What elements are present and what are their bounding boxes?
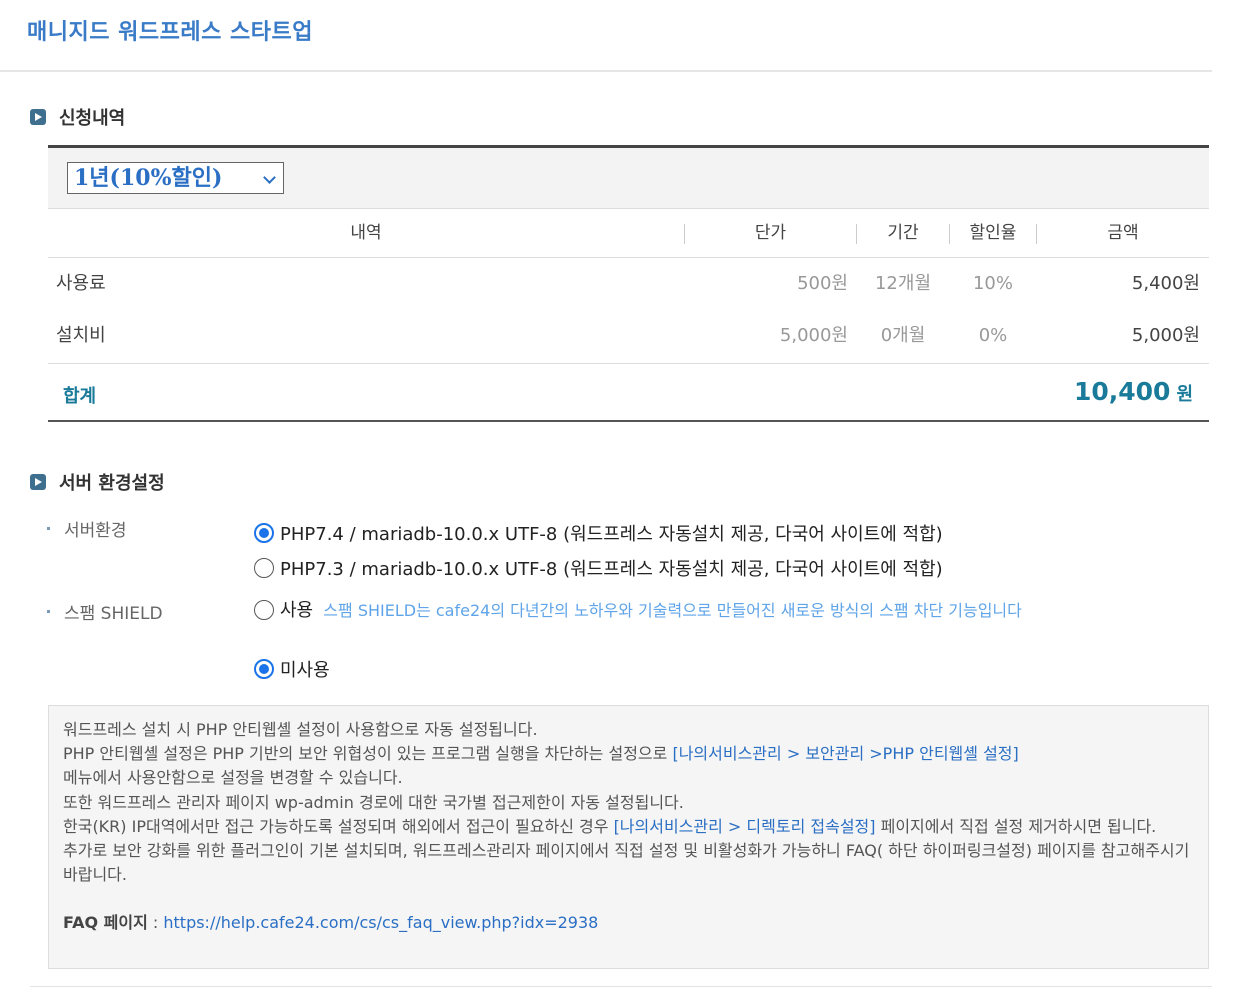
bottom-divider [30,986,1212,987]
header-unit-price: 단가 [754,223,787,243]
total-value: 10,400 [1073,377,1171,406]
notice-line: 또한 워드프레스 관리자 페이지 wp-admin 경로에 대한 국가별 접근제… [63,792,684,812]
row-period: 0개월 [880,325,926,346]
row-name: 사용료 [56,273,106,294]
radio-php74[interactable] [254,523,274,543]
env-option-php73[interactable]: PHP7.3 / mariadb-10.0.x UTF-8 (워드프레스 자동설… [254,555,943,581]
row-amount: 5,400원 [1131,273,1200,294]
table-row: 설치비 5,000원 0개월 0% 5,000원 [48,310,1209,362]
header-amount: 금액 [1107,223,1139,243]
page-title: 매니지드 워드프레스 스타트업 [27,20,313,45]
order-section-title: 신청내역 [59,108,126,129]
antiwebshell-link[interactable]: [나의서비스관리 > 보안관리 >PHP 안티웹셸 설정] [672,744,1018,763]
radio-spam-unused[interactable] [254,659,274,679]
server-section-header: 서버 환경설정 [30,469,165,495]
row-unit-price: 5,000원 [779,325,848,346]
server-env-label-text: 서버환경 [64,521,127,541]
faq-link[interactable]: https://help.cafe24.com/cs/cs_faq_view.p… [163,913,598,932]
server-section-title: 서버 환경설정 [59,473,165,494]
header-discount: 할인율 [969,223,1017,243]
bullet-dot [47,527,50,530]
row-period: 12개월 [874,273,932,294]
radio-spam-use[interactable] [254,600,274,620]
header-period: 기간 [887,223,919,243]
notice-line: 워드프레스 설치 시 PHP 안티웹셸 설정이 사용함으로 자동 설정됩니다. [63,720,538,739]
order-section-header: 신청내역 [30,104,125,130]
directory-access-link[interactable]: [나의서비스관리 > 디렉토리 접속설정] [614,817,876,836]
env-option-label: PHP7.3 / mariadb-10.0.x UTF-8 (워드프레스 자동설… [280,559,943,580]
env-option-php74[interactable]: PHP7.4 / mariadb-10.0.x UTF-8 (워드프레스 자동설… [254,520,943,546]
notice-box: 워드프레스 설치 시 PHP 안티웹셸 설정이 사용함으로 자동 설정됩니다. … [48,705,1209,969]
total-label: 합계 [63,386,97,407]
period-bar: 1년(10%할인) [48,148,1209,209]
total-row: 합계 10,400 원 [48,363,1209,423]
server-env-label: 서버환경 [47,516,127,541]
notice-line: 한국(KR) IP대역에서만 접근 가능하도록 설정되며 해외에서 접근이 필요… [63,815,1194,839]
notice-text: PHP 안티웹셸 설정은 PHP 기반의 보안 위협성이 있는 프로그램 실행을… [63,744,673,764]
faq-line: FAQ 페이지 : https://help.cafe24.com/cs/cs_… [63,911,1194,935]
period-select[interactable]: 1년(10%할인) [67,162,284,194]
notice-text: 한국(KR) IP대역에서만 접근 가능하도록 설정되며 해외에서 접근이 필요… [63,816,614,836]
spam-description: 스팸 SHIELD는 cafe24의 다년간의 노하우와 기술력으로 만들어진 … [323,601,1022,620]
total-unit: 원 [1176,384,1193,405]
header-item: 내역 [350,223,382,243]
notice-text: 페이지에서 직접 설정 제거하시면 됩니다. [875,816,1157,836]
env-option-label: PHP7.4 / mariadb-10.0.x UTF-8 (워드프레스 자동설… [280,524,943,545]
spam-unused-label: 미사용 [280,660,330,681]
spam-use-option: 사용 스팸 SHIELD는 cafe24의 다년간의 노하우와 기술력으로 만들… [254,598,1064,623]
spam-shield-label-text: 스팸 SHIELD [64,604,163,624]
spam-shield-label: 스팸 SHIELD [47,599,163,624]
total-amount: 10,400 원 [1074,377,1193,406]
period-select-value: 1년(10%할인) [74,165,223,191]
chevron-down-icon [263,171,276,184]
row-amount: 5,000원 [1131,325,1200,346]
table-header: 내역 단가 기간 할인율 금액 [48,210,1209,258]
faq-label: FAQ 페이지 [63,913,148,933]
spam-unused-option[interactable]: 미사용 [254,656,330,682]
faq-separator: : [147,913,164,933]
spam-use-label[interactable]: 사용 [280,600,313,621]
row-discount: 0% [978,325,1008,346]
row-name: 설치비 [56,325,106,346]
notice-line: PHP 안티웹셸 설정은 PHP 기반의 보안 위협성이 있는 프로그램 실행을… [63,742,1194,766]
order-table: 1년(10%할인) 내역 단가 기간 할인율 금액 사용료 500원 12개월 … [48,145,1209,422]
row-discount: 10% [972,273,1013,294]
notice-line: 추가로 보안 강화를 위한 플러그인이 기본 설치되며, 워드프레스관리자 페이… [63,841,1190,885]
radio-php73[interactable] [254,558,274,578]
table-row: 사용료 500원 12개월 10% 5,400원 [48,258,1209,310]
section-bullet-icon [30,474,46,490]
bullet-dot [47,610,50,613]
title-divider [0,70,1212,72]
row-unit-price: 500원 [797,273,848,294]
notice-line: 메뉴에서 사용안함으로 설정을 변경할 수 있습니다. [63,768,403,788]
section-bullet-icon [30,109,46,125]
